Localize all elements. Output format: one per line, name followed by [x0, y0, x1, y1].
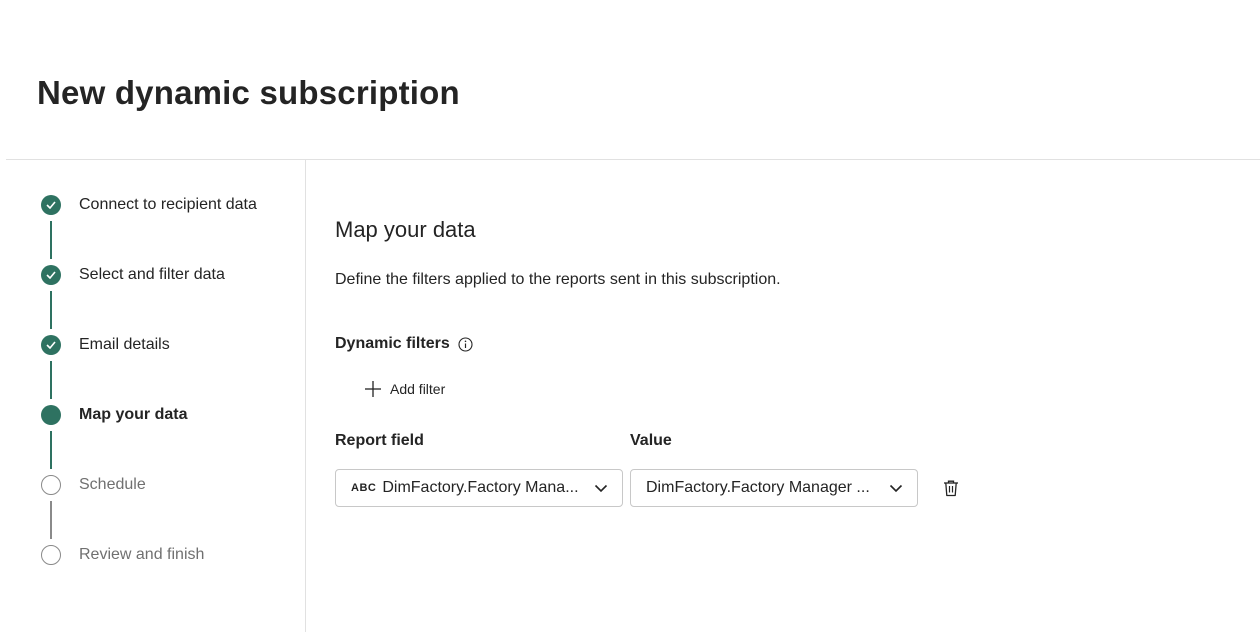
step-connector: [50, 501, 52, 539]
check-icon: [41, 195, 61, 215]
text-type-icon: ABC: [351, 482, 377, 494]
dynamic-filters-heading: Dynamic filters: [335, 335, 473, 353]
step-connector: [50, 221, 52, 259]
check-icon: [41, 265, 61, 285]
step-label: Select and filter data: [79, 266, 225, 283]
chevron-down-icon: [889, 481, 903, 495]
info-icon[interactable]: [458, 336, 473, 352]
report-field-value: DimFactory.Factory Mana...: [382, 479, 579, 496]
header-divider: [6, 159, 1260, 160]
add-filter-label: Add filter: [390, 381, 446, 397]
add-filter-button[interactable]: Add filter: [364, 380, 445, 398]
step-connector: [50, 361, 52, 399]
dynamic-filters-label: Dynamic filters: [335, 335, 450, 352]
value-dropdown[interactable]: DimFactory.Factory Manager ...: [630, 469, 918, 507]
step-label: Map your data: [79, 406, 188, 423]
step-schedule[interactable]: Schedule: [41, 474, 146, 496]
empty-circle-icon: [41, 545, 61, 565]
step-connector: [50, 291, 52, 329]
page-title: New dynamic subscription: [37, 74, 460, 111]
section-title: Map your data: [335, 217, 476, 242]
empty-circle-icon: [41, 475, 61, 495]
value-field-value: DimFactory.Factory Manager ...: [646, 479, 870, 496]
delete-filter-button[interactable]: [939, 476, 963, 500]
section-description: Define the filters applied to the report…: [335, 271, 781, 288]
step-connect-to-recipient-data[interactable]: Connect to recipient data: [41, 194, 257, 216]
step-label: Review and finish: [79, 546, 205, 563]
value-column-label: Value: [630, 432, 672, 449]
chevron-down-icon: [594, 481, 608, 495]
current-step-dot-icon: [41, 405, 61, 425]
step-label: Connect to recipient data: [79, 196, 257, 213]
step-review-and-finish[interactable]: Review and finish: [41, 544, 204, 566]
check-icon: [41, 335, 61, 355]
report-field-column-label: Report field: [335, 432, 424, 449]
plus-icon: [364, 380, 382, 398]
step-connector: [50, 431, 52, 469]
step-email-details[interactable]: Email details: [41, 334, 170, 356]
step-select-and-filter-data[interactable]: Select and filter data: [41, 264, 225, 286]
step-label: Email details: [79, 336, 170, 353]
step-map-your-data[interactable]: Map your data: [41, 404, 187, 426]
sidebar-divider: [305, 160, 306, 632]
report-field-dropdown[interactable]: ABC DimFactory.Factory Mana...: [335, 469, 623, 507]
trash-icon: [941, 478, 961, 498]
step-label: Schedule: [79, 476, 146, 493]
